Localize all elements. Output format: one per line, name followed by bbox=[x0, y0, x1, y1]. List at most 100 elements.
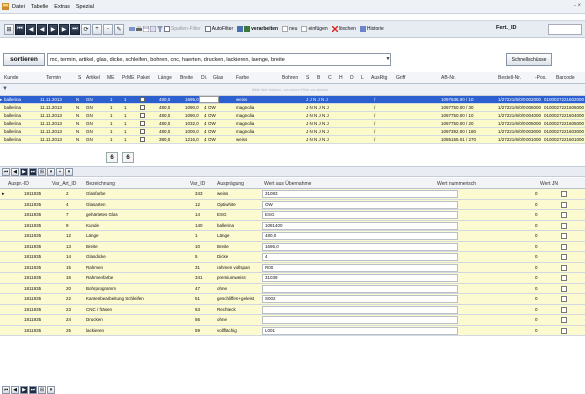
paket-checkbox[interactable] bbox=[140, 105, 145, 110]
table-row[interactable]: ballerina 11.11.2013 N GN 1 1 480,0 1090,0 4 OW ma… bbox=[0, 104, 585, 112]
cell-wert-nummerisch[interactable]: 0 bbox=[535, 307, 538, 312]
cell-farbe[interactable]: magnolia bbox=[236, 121, 254, 126]
cell-laenge[interactable]: 480,0 bbox=[159, 121, 170, 126]
cell-prme[interactable]: 1 bbox=[124, 105, 127, 110]
cell-auspraegung[interactable]: ohne bbox=[217, 286, 227, 291]
cell-wert-nummerisch[interactable]: 0 bbox=[535, 275, 538, 280]
cell-auspr-id[interactable]: 1811935 bbox=[24, 254, 41, 259]
cell-laenge[interactable]: 480,0 bbox=[159, 113, 170, 118]
col-prme[interactable]: PrME bbox=[122, 75, 135, 81]
cell-artikel[interactable]: GN bbox=[86, 121, 93, 126]
cell-ab-nr[interactable]: 1085155.01 / 270 bbox=[441, 137, 476, 142]
paket-checkbox[interactable] bbox=[140, 137, 145, 142]
cell-auspraegung[interactable]: Dicke bbox=[217, 254, 228, 259]
wert-jn-checkbox[interactable] bbox=[561, 306, 567, 313]
cell-var-art-id[interactable]: 16 bbox=[66, 275, 71, 280]
table-row[interactable]: 1811935 12 Länge 1 Länge 0 480,0 bbox=[0, 231, 585, 242]
cell-ab-nr[interactable]: 1097750.00 / 10 bbox=[441, 113, 474, 118]
add-record-button[interactable]: + bbox=[92, 23, 102, 35]
cell-glas[interactable]: OW bbox=[208, 97, 216, 102]
col-griff[interactable]: Griff bbox=[396, 75, 405, 81]
cell-artikel[interactable]: GN bbox=[86, 129, 93, 134]
wert-uebernahme-field[interactable]: OW bbox=[262, 200, 458, 209]
table-row[interactable]: 1811935 13 Breite 10 Breite 0 1695,0 bbox=[0, 241, 585, 252]
cell-var-id[interactable]: 12 bbox=[195, 202, 200, 207]
col-artikel[interactable]: Artikel bbox=[86, 75, 100, 81]
cell-auspr-id[interactable]: 1811935 bbox=[24, 265, 41, 270]
wert-uebernahme-field[interactable]: R00 bbox=[262, 263, 458, 272]
cell-dicke[interactable]: 4 bbox=[204, 129, 207, 134]
cell-artikel[interactable]: GN bbox=[86, 137, 93, 142]
wert-jn-checkbox[interactable] bbox=[561, 191, 567, 197]
nav-prev-button[interactable]: ◀ bbox=[11, 167, 19, 176]
cell-bestell-nr[interactable]: 1/27221/6/0/0 bbox=[498, 97, 526, 102]
nav2-prev-button[interactable]: ◀ bbox=[11, 385, 19, 394]
col-auspr-id[interactable]: Auspr.-ID bbox=[8, 181, 29, 187]
cell-farbe[interactable]: magnolia bbox=[236, 113, 254, 118]
col-flag-b[interactable]: B bbox=[317, 75, 320, 81]
cell-auspraegung[interactable]: ESG bbox=[217, 212, 227, 217]
wert-jn-checkbox[interactable] bbox=[561, 201, 567, 208]
cell-bezeichnung[interactable]: lackieren bbox=[86, 328, 104, 333]
cell-laenge[interactable]: 480,0 bbox=[159, 97, 170, 102]
cell-ausrtg[interactable]: / bbox=[374, 105, 375, 110]
nav2-next-button[interactable]: ▶ bbox=[20, 385, 28, 394]
col-barcode[interactable]: Barcode bbox=[556, 75, 575, 81]
col-flag-h[interactable]: H bbox=[339, 75, 343, 81]
cell-bezeichnung[interactable]: Breite bbox=[86, 244, 98, 249]
schnellschuesse-button[interactable]: Schnellschüsse bbox=[506, 53, 552, 66]
cell-s[interactable]: N bbox=[76, 137, 79, 142]
next-page-button[interactable]: ▶ bbox=[59, 23, 69, 35]
cell-bestell-nr[interactable]: 1/27221/6/0/0 bbox=[498, 137, 526, 142]
cell-wert-nummerisch[interactable]: 0 bbox=[535, 296, 538, 301]
cell-kunde[interactable]: ballerina bbox=[4, 113, 21, 118]
cell-var-id[interactable]: 59 bbox=[195, 328, 200, 333]
cell-termin[interactable]: 11.11.2013 bbox=[40, 121, 62, 126]
cell-auspraegung[interactable]: weiss bbox=[217, 191, 228, 196]
cell-flags[interactable]: J N N J N J bbox=[306, 113, 329, 118]
wert-jn-checkbox[interactable] bbox=[561, 233, 567, 239]
table-row[interactable]: ▸ ballerina 11.11.2013 N GN 1 1 480,0 1695,0 4 OW w… bbox=[0, 96, 585, 104]
cell-ab-nr[interactable]: 1097750.00 / 30 bbox=[441, 105, 474, 110]
cell-bezeichnung[interactable]: Glasarten bbox=[86, 202, 106, 207]
cell-s[interactable]: N bbox=[76, 129, 79, 134]
cell-var-id[interactable]: 51 bbox=[195, 296, 200, 301]
col-me[interactable]: ME bbox=[107, 75, 115, 81]
nav-next-button[interactable]: ▶ bbox=[20, 167, 28, 176]
delete-record-button[interactable]: - bbox=[103, 23, 113, 35]
cell-me[interactable]: 1 bbox=[110, 105, 113, 110]
cell-wert-nummerisch[interactable]: 0 bbox=[535, 286, 538, 291]
cell-kunde[interactable]: ballerina bbox=[4, 97, 21, 102]
funnel-icon[interactable] bbox=[157, 26, 163, 32]
col-bezeichnung[interactable]: Bezeichnung bbox=[86, 181, 115, 187]
wert-uebernahme-field[interactable]: L001 bbox=[262, 326, 458, 335]
table-row[interactable]: 1811935 20 Bohrprogramm 47 ohne 0 bbox=[0, 283, 585, 294]
cell-flags[interactable]: J N N J N J bbox=[306, 121, 329, 126]
cell-kunde[interactable]: ballerina bbox=[4, 137, 21, 142]
table-row[interactable]: 1811935 7 gehärtetes Glas 14 ESG 0 ESG bbox=[0, 210, 585, 221]
cell-auspraegung[interactable]: geschliffen+geleist bbox=[217, 296, 254, 301]
cell-bezeichnung[interactable]: Glasfarbe bbox=[86, 191, 106, 196]
cell-ausrtg[interactable]: / bbox=[374, 129, 375, 134]
cell-laenge[interactable]: 480,0 bbox=[159, 105, 170, 110]
cell-breite[interactable]: 1695,0 bbox=[185, 97, 199, 102]
table-row[interactable]: ballerina 11.11.2013 N GN 1 1 480,0 1032,0 4 OW ma… bbox=[0, 120, 585, 128]
col-s[interactable]: S bbox=[78, 75, 81, 81]
historie-button[interactable]: Historie bbox=[359, 26, 384, 32]
prev-page-button[interactable]: ◀ bbox=[26, 23, 36, 35]
cell-wert-nummerisch[interactable]: 0 bbox=[535, 265, 538, 270]
sortieren-button[interactable]: sortieren bbox=[3, 53, 45, 66]
cell-flags[interactable]: J N N J N J bbox=[306, 105, 329, 110]
cell-var-art-id[interactable]: 4 bbox=[66, 202, 69, 207]
cell-auspr-id[interactable]: 1811935 bbox=[24, 233, 41, 238]
cell-dicke[interactable]: 4 bbox=[204, 137, 207, 142]
cell-var-id[interactable]: 343 bbox=[195, 191, 203, 196]
cell-auspr-id[interactable]: 1811935 bbox=[24, 275, 41, 280]
cell-wert-nummerisch[interactable]: 0 bbox=[535, 233, 538, 238]
cell-artikel[interactable]: GN bbox=[86, 97, 93, 102]
grid-icon[interactable] bbox=[237, 26, 244, 32]
cell-var-id[interactable]: 14 bbox=[195, 212, 200, 217]
edit-record-button[interactable]: ✎ bbox=[114, 23, 124, 35]
cell-flags[interactable]: J N N J N J bbox=[306, 129, 329, 134]
cell-var-id[interactable]: 5 bbox=[195, 254, 198, 259]
